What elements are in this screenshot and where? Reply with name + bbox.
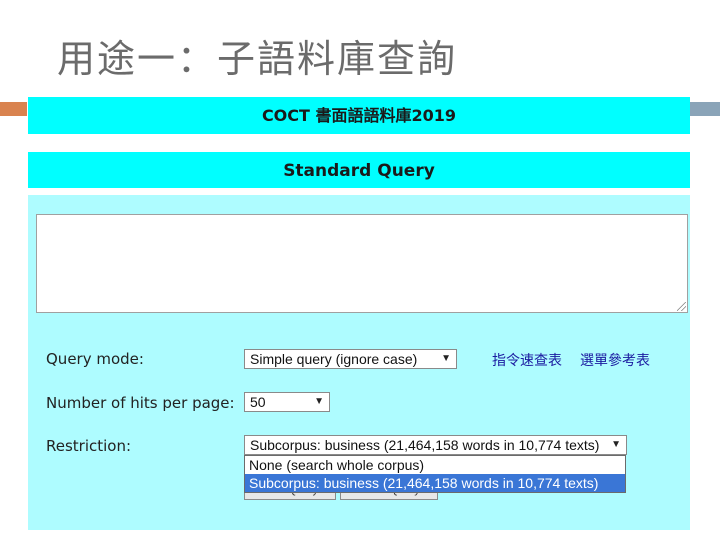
corpus-title-bar: COCT 書面語語料庫2019 [28,97,690,134]
restriction-label: Restriction: [46,437,132,455]
query-mode-select[interactable]: Simple query (ignore case) ▼ [244,349,457,369]
accent-bar-right [690,102,720,116]
quick-reference-link[interactable]: 指令速查表 [492,350,562,370]
restriction-option-business[interactable]: Subcorpus: business (21,464,158 words in… [245,474,625,492]
hits-per-page-label: Number of hits per page: [46,394,235,412]
query-textarea[interactable] [36,214,688,313]
slide-title: 用途一：子語料庫查詢 [57,37,458,81]
page-title: Standard Query [283,161,435,181]
query-mode-value: Simple query (ignore case) [250,351,418,367]
chevron-down-icon: ▼ [441,353,451,364]
resize-grip-icon[interactable] [677,302,686,311]
hits-per-page-value: 50 [250,394,266,410]
restriction-dropdown-list: None (search whole corpus) Subcorpus: bu… [244,455,626,493]
query-mode-label: Query mode: [46,350,144,368]
page-title-bar: Standard Query [28,152,690,188]
hits-per-page-select[interactable]: 50 ▼ [244,392,330,412]
accent-bar-left [0,102,27,116]
restriction-select[interactable]: Subcorpus: business (21,464,158 words in… [244,435,627,455]
restriction-value: Subcorpus: business (21,464,158 words in… [250,437,600,453]
chevron-down-icon: ▼ [611,439,621,450]
restriction-option-none[interactable]: None (search whole corpus) [245,456,625,474]
tagset-reference-link[interactable]: 選單參考表 [580,350,650,370]
chevron-down-icon: ▼ [314,396,324,407]
corpus-title: COCT 書面語語料庫2019 [261,106,457,125]
